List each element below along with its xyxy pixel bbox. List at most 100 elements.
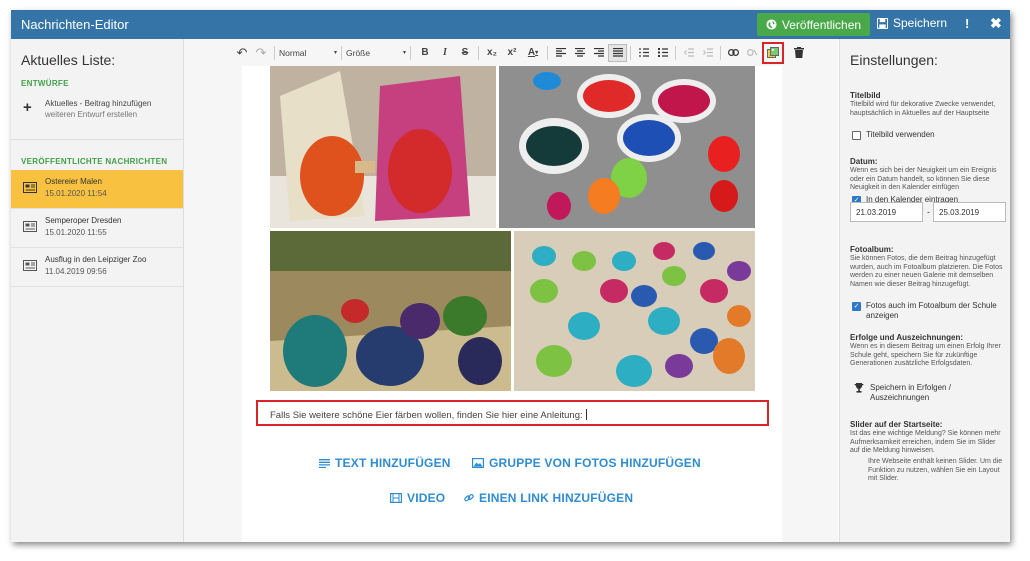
news-item[interactable]: Ostereier Malen 15.01.2020 11:54 [11,170,183,209]
save-button[interactable]: Speichern [877,16,947,30]
paragraph-text-block[interactable]: Falls Sie weitere schöne Eier färben wol… [256,400,769,426]
indent-icon[interactable] [698,44,717,62]
divider [11,139,183,140]
outdent-icon[interactable] [679,44,698,62]
toolbar-separator [410,45,411,60]
close-button[interactable]: ✖ [990,15,1002,32]
photo-eggs-napkins[interactable] [270,66,496,228]
picture-icon [472,458,484,468]
chevron-down-icon: ▾ [402,50,406,56]
insert-image-button[interactable] [762,41,784,64]
toolbar-separator [675,45,676,60]
news-item-title: Ausflug in den Leipziger Zoo [45,255,147,264]
redo-icon[interactable]: ↷ [252,44,270,62]
slider-heading: Slider auf der Startseite: [850,420,943,429]
datum-desc: Wenn es sich bei der Neuigkeit um ein Er… [850,167,997,191]
add-link-label: EINEN LINK HINZUFÜGEN [479,491,634,505]
subscript-button[interactable]: x₂ [482,44,502,62]
add-photos-label: GRUPPE VON FOTOS HINZUFÜGEN [489,456,701,470]
toolbar-separator [720,45,721,60]
undo-icon[interactable]: ↶ [232,44,252,62]
more-button[interactable]: ! [965,16,969,31]
newspaper-icon [23,221,37,232]
save-achievement-link[interactable]: Speichern in Erfolgen / [870,383,951,392]
bold-button[interactable]: B [415,44,435,62]
slider-desc: Ist das eine wichtige Meldung? Sie könne… [850,430,1001,454]
fotoalbum-desc: Sie können Fotos, die dem Beitrag hinzug… [850,255,1003,288]
erfolge-heading: Erfolge und Auszeichnungen: [850,333,964,342]
strike-button[interactable]: S [455,44,475,62]
date-to-input[interactable]: 25.03.2019 [933,202,1006,222]
ordered-list-icon[interactable] [634,44,653,62]
titlebild-checkbox[interactable] [852,131,861,140]
formatting-toolbar: ↶ ↷ Normal ▾ Größe ▾ B I S x₂ x² A ▾ [184,39,838,66]
style-select[interactable]: Normal ▾ [279,44,337,62]
italic-button[interactable]: I [435,44,455,62]
align-justify-icon[interactable] [608,43,627,62]
add-video-button[interactable]: VIDEO [390,491,445,505]
publish-button[interactable]: Veröffentlichen [757,13,870,36]
add-text-button[interactable]: TEXT HINZUFÜGEN [319,456,451,470]
published-heading: VERÖFFENTLICHTE NACHRICHTEN [21,157,168,166]
news-item-title: Ostereier Malen [45,177,102,186]
editor-canvas[interactable]: Falls Sie weitere schöne Eier färben wol… [242,66,782,542]
fotoalbum-checkbox-label: Fotos auch im Fotoalbum der Schule [866,301,997,310]
link-icon[interactable] [724,44,743,62]
news-item-title: Semperoper Dresden [45,216,122,225]
unlink-icon[interactable] [743,44,762,62]
photo-egg-cartons[interactable] [514,231,755,391]
editor-window: Nachrichten-Editor Veröffentlichen Speic… [11,10,1010,542]
toolbar-separator [274,45,275,60]
size-select-value: Größe [346,47,371,58]
image-gallery-icon [767,46,779,58]
add-link-button[interactable]: EINEN LINK HINZUFÜGEN [464,491,633,505]
toolbar-separator [341,45,342,60]
app-title: Nachrichten-Editor [21,17,129,32]
delete-button[interactable] [788,44,810,62]
add-video-label: VIDEO [407,491,446,505]
floppy-icon [877,17,888,29]
date-from-input[interactable]: 21.03.2019 [850,202,923,222]
save-achievement-link-2[interactable]: Auszeichnungen [870,393,929,402]
publish-label: Veröffentlichen [781,17,862,32]
erfolge-desc: Wenn es in diesem Beitrag um einen Erfol… [850,343,1001,367]
text-color-button[interactable]: A ▾ [522,44,544,62]
bullet-list-icon[interactable] [653,44,672,62]
titlebild-heading: Titelbild [850,91,881,100]
align-left-icon[interactable] [551,44,570,62]
news-item[interactable]: Ausflug in den Leipziger Zoo 11.04.2019 … [11,248,183,287]
photo-dye-cups[interactable] [499,66,755,228]
photo-dark-eggs[interactable] [270,231,511,391]
add-text-label: TEXT HINZUFÜGEN [335,456,451,470]
news-list-title: Aktuelles Liste: [21,52,116,68]
newspaper-icon [23,260,37,271]
link-icon [464,494,474,502]
add-draft-label: Aktuelles - Beitrag hinzufügen [45,99,152,108]
align-center-icon[interactable] [570,44,589,62]
fotoalbum-heading: Fotoalbum: [850,245,894,254]
align-right-icon[interactable] [589,44,608,62]
news-item-date: 15.01.2020 11:55 [45,228,107,237]
trophy-icon [854,383,864,393]
news-list-panel: Aktuelles Liste: ENTWÜRFE + Aktuelles - … [11,39,184,542]
toolbar-separator [547,45,548,60]
plus-icon: + [23,99,32,116]
style-select-value: Normal [279,47,307,58]
titlebild-checkbox-label: Titelbild verwenden [866,130,935,139]
fotoalbum-checkbox[interactable]: ✓ [852,302,861,311]
drafts-heading: ENTWÜRFE [21,79,69,88]
news-item[interactable]: Semperoper Dresden 15.01.2020 11:55 [11,209,183,248]
size-select[interactable]: Größe ▾ [346,44,406,62]
text-cursor [585,409,587,420]
add-draft-button[interactable]: + Aktuelles - Beitrag hinzufügen weitere… [11,97,183,133]
news-item-date: 15.01.2020 11:54 [45,189,107,198]
paragraph-text: Falls Sie weitere schöne Eier färben wol… [270,410,583,421]
datum-heading: Datum: [850,157,878,166]
add-photos-button[interactable]: GRUPPE VON FOTOS HINZUFÜGEN [472,456,701,470]
toolbar-separator [478,45,479,60]
date-separator: - [927,207,930,217]
newspaper-icon [23,182,37,193]
film-icon [390,493,402,503]
superscript-button[interactable]: x² [502,44,522,62]
globe-icon [766,19,777,30]
